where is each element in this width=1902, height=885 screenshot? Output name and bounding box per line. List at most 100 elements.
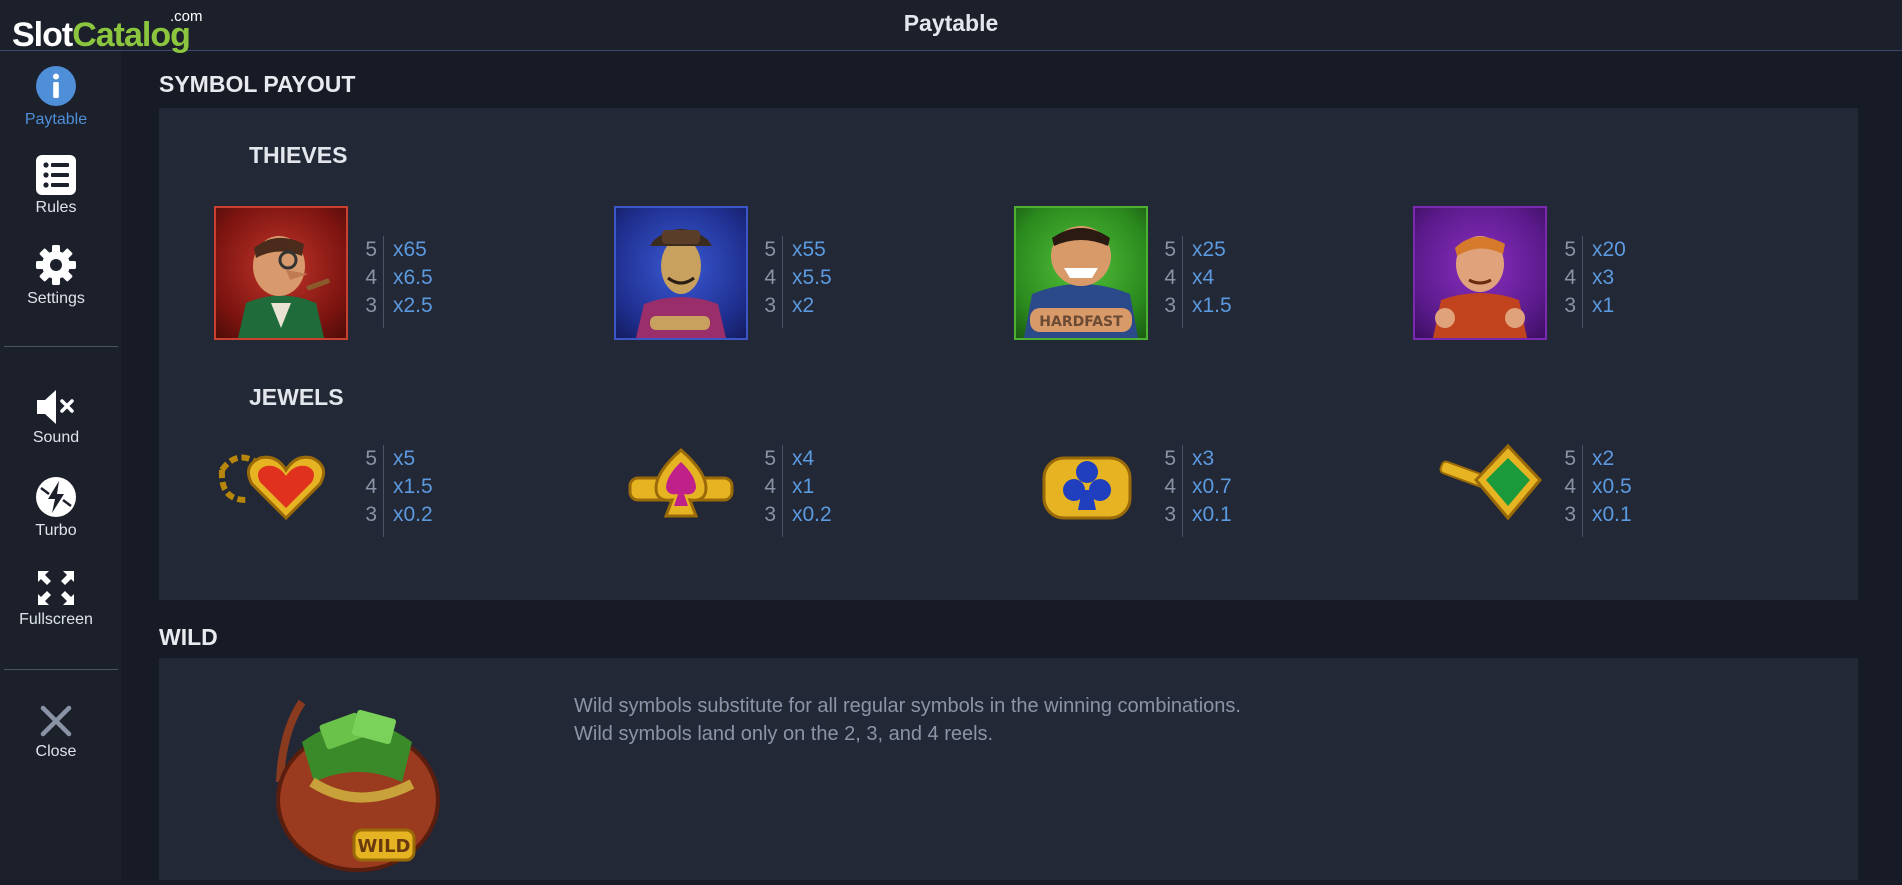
wild-description-line: Wild symbols substitute for all regular …: [574, 695, 1241, 717]
payout-value: x0.5: [1592, 475, 1632, 498]
payout-count: 3: [764, 503, 776, 526]
logo-suffix: .com: [170, 8, 203, 25]
spade-jewel-art: [628, 448, 734, 518]
symbol-hat-thief: [614, 206, 748, 340]
payout-value: x2.5: [393, 294, 433, 317]
group-title-thieves: THIEVES: [249, 142, 348, 168]
sidebar-item-label: Fullscreen: [19, 611, 93, 628]
payout-value: x25: [1192, 238, 1226, 261]
payout-value: x55: [792, 238, 826, 261]
turbo-icon: [36, 477, 76, 517]
group-title-jewels: JEWELS: [249, 384, 344, 410]
payout-count: 5: [1164, 238, 1176, 261]
sidebar-divider: [4, 669, 118, 670]
payout-value: x0.2: [393, 503, 433, 526]
wild-description: Wild symbols substitute for all regular …: [574, 692, 1241, 748]
old-thief-art: [238, 236, 330, 338]
payout-separator: [1582, 445, 1583, 537]
sidebar-item-fullscreen[interactable]: Fullscreen: [0, 569, 112, 629]
payout-spade-jewel: 5 4 3 x4 x1 x0.2: [760, 445, 910, 537]
payout-diamond-jewel: 5 4 3 x2 x0.5 x0.1: [1560, 445, 1710, 537]
payout-separator: [1182, 445, 1183, 537]
payout-value: x65: [393, 238, 427, 261]
hat-thief-art: [636, 229, 726, 338]
payout-value: x5: [393, 447, 416, 470]
info-icon: [36, 66, 76, 106]
sidebar-item-label: Rules: [35, 199, 77, 216]
payout-separator: [782, 236, 783, 328]
payout-value: x1.5: [393, 475, 433, 498]
payout-value: x0.1: [1592, 503, 1632, 526]
payout-value: x5.5: [792, 266, 832, 289]
payout-old-thief: 5 4 3 x65 x6.5 x2.5: [361, 236, 511, 328]
payout-value: x0.1: [1192, 503, 1232, 526]
sidebar-item-rules[interactable]: Rules: [0, 155, 112, 217]
payout-count: 3: [764, 294, 776, 317]
payout-count: 5: [764, 238, 776, 261]
page-title: Paytable: [903, 10, 999, 36]
payout-count: 4: [764, 475, 776, 498]
symbol-wild-bag: WILD: [262, 692, 448, 880]
wild-title: WILD: [159, 624, 218, 650]
payout-value: x4: [1192, 266, 1215, 289]
payout-value: x3: [1592, 266, 1615, 289]
payout-value: x1: [1592, 294, 1615, 317]
sidebar-item-label: Settings: [27, 290, 85, 307]
svg-text:HARDFAST: HARDFAST: [1039, 314, 1123, 330]
payout-count: 3: [365, 503, 377, 526]
payout-heart-jewel: 5 4 3 x5 x1.5 x0.2: [361, 445, 511, 537]
payout-count: 4: [1164, 266, 1176, 289]
close-icon: [40, 705, 72, 737]
hard-fist-thief-art: HARDFAST: [1024, 226, 1138, 338]
diamond-jewel-art: [1439, 443, 1543, 521]
symbol-old-thief: [214, 206, 348, 340]
wild-bag-art: WILD: [276, 699, 440, 872]
sound-muted-icon: [37, 390, 74, 424]
young-thief-art: [1433, 236, 1527, 338]
sidebar-item-label: Paytable: [24, 111, 88, 128]
sidebar-item-turbo[interactable]: Turbo: [0, 476, 112, 540]
sidebar-item-settings[interactable]: Settings: [0, 244, 112, 308]
sidebar-item-label: Close: [35, 743, 77, 760]
payout-value: x0.7: [1192, 475, 1232, 498]
payout-count: 4: [1564, 266, 1576, 289]
symbol-hard-fist-thief: HARDFAST: [1014, 206, 1148, 340]
wild-bag-label: WILD: [358, 836, 411, 857]
payout-value: x1: [792, 475, 815, 498]
symbol-spade-jewel: [626, 444, 736, 524]
sidebar-item-paytable[interactable]: Paytable: [0, 65, 112, 129]
wild-description-line: Wild symbols land only on the 2, 3, and …: [574, 723, 994, 745]
payout-count: 5: [365, 447, 377, 470]
payout-club-jewel: 5 4 3 x3 x0.7 x0.1: [1160, 445, 1310, 537]
fullscreen-icon: [38, 571, 74, 605]
payout-count: 4: [764, 266, 776, 289]
payout-value: x3: [1192, 447, 1215, 470]
club-jewel-art: [1042, 456, 1132, 520]
payout-value: x0.2: [792, 503, 832, 526]
sidebar: Paytable Rules Settings Sound Turbo Full…: [0, 51, 121, 880]
payout-count: 4: [1564, 475, 1576, 498]
sidebar-item-close[interactable]: Close: [0, 703, 112, 761]
payout-count: 3: [365, 294, 377, 317]
payout-count: 4: [365, 475, 377, 498]
payout-count: 3: [1564, 294, 1576, 317]
payout-hard-fist-thief: 5 4 3 x25 x4 x1.5: [1160, 236, 1310, 328]
payout-count: 5: [1564, 238, 1576, 261]
payout-value: x20: [1592, 238, 1626, 261]
payout-separator: [383, 445, 384, 537]
payout-value: x1.5: [1192, 294, 1232, 317]
symbol-young-thief: [1413, 206, 1547, 340]
payout-value: x2: [792, 294, 815, 317]
payout-hat-thief: 5 4 3 x55 x5.5 x2: [760, 236, 910, 328]
symbol-club-jewel: [1040, 446, 1134, 526]
payout-separator: [383, 236, 384, 328]
sidebar-item-label: Turbo: [35, 522, 77, 539]
sidebar-item-sound[interactable]: Sound: [0, 389, 112, 447]
payout-count: 5: [1164, 447, 1176, 470]
symbol-diamond-jewel: [1438, 440, 1546, 528]
payout-count: 3: [1164, 294, 1176, 317]
logo-text-slot: Slot: [12, 16, 73, 54]
header-bar: Paytable: [0, 0, 1902, 51]
payout-count: 5: [764, 447, 776, 470]
symbol-heart-jewel: [216, 430, 348, 530]
